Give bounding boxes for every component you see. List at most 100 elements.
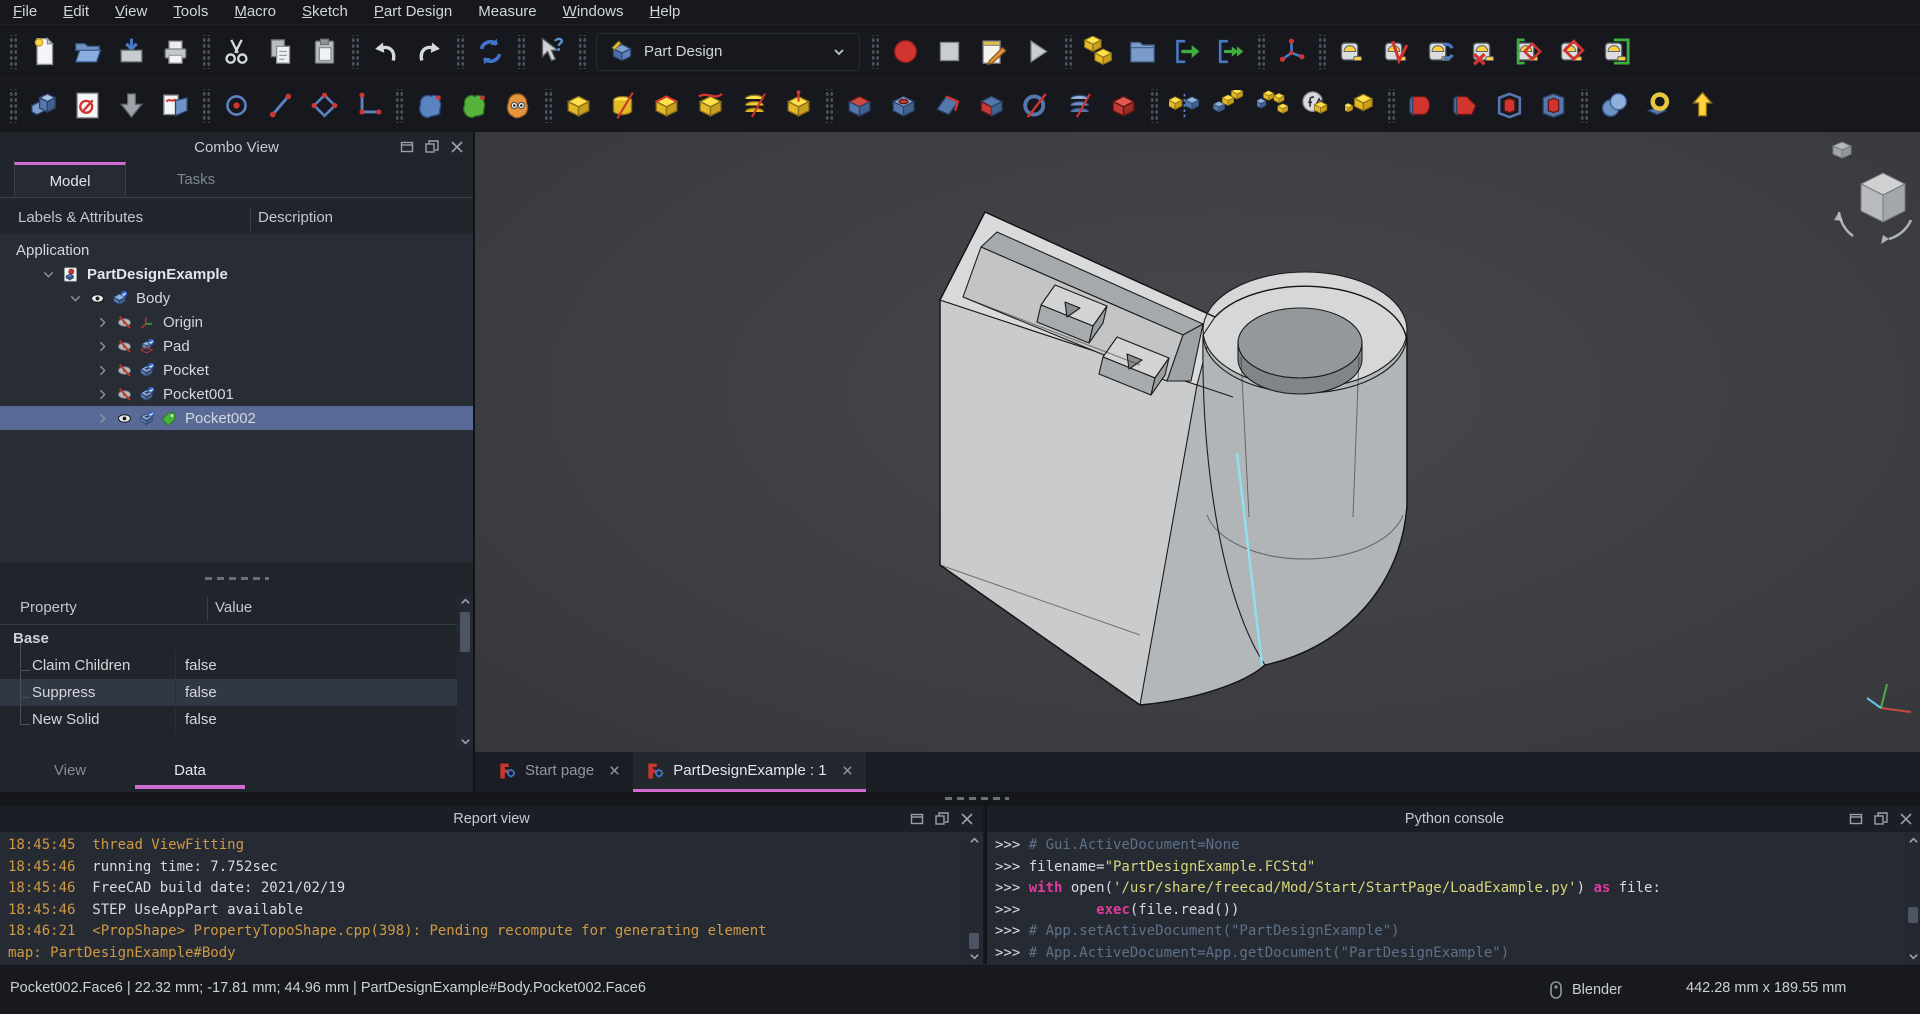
tree-item-pocket001[interactable]: Pocket001 bbox=[0, 382, 473, 406]
python-console-log[interactable]: >>> # Gui.ActiveDocument=None>>> filenam… bbox=[987, 832, 1920, 964]
navigation-cube[interactable] bbox=[1823, 136, 1919, 256]
fillet-button[interactable] bbox=[1399, 84, 1443, 128]
expander-open-icon[interactable] bbox=[64, 288, 86, 308]
tab-data[interactable]: Data bbox=[135, 754, 245, 786]
save-button[interactable] bbox=[109, 30, 153, 74]
tree-item-body[interactable]: Body bbox=[0, 286, 473, 310]
create-body-button[interactable] bbox=[21, 84, 65, 128]
toolbar-grip[interactable] bbox=[516, 35, 525, 69]
tree-item-pad[interactable]: Pad bbox=[0, 334, 473, 358]
open-file-button[interactable] bbox=[65, 30, 109, 74]
menu-file[interactable]: File bbox=[0, 0, 50, 24]
toolbar-grip[interactable] bbox=[350, 35, 359, 69]
toolbar-grip[interactable] bbox=[577, 35, 586, 69]
scroll-thumb[interactable] bbox=[460, 612, 470, 652]
menu-windows[interactable]: Windows bbox=[550, 0, 637, 24]
involute-gear-button[interactable] bbox=[1636, 84, 1680, 128]
new-document-button[interactable] bbox=[21, 30, 65, 74]
scroll-up-icon[interactable] bbox=[1905, 833, 1920, 847]
minimize-icon[interactable] bbox=[909, 811, 925, 827]
report-view-log[interactable]: 18:45:45 thread ViewFitting18:45:46 runn… bbox=[0, 832, 983, 964]
undo-button[interactable] bbox=[363, 30, 407, 74]
scroll-down-icon[interactable] bbox=[966, 949, 982, 963]
paste-button[interactable] bbox=[302, 30, 346, 74]
polar-pattern-button[interactable] bbox=[1250, 84, 1294, 128]
toolbar-grip[interactable] bbox=[201, 35, 210, 69]
measure-toggle-dimensions-button[interactable] bbox=[1594, 30, 1638, 74]
float-icon[interactable] bbox=[424, 139, 440, 155]
menu-tools[interactable]: Tools bbox=[160, 0, 221, 24]
redo-button[interactable] bbox=[407, 30, 451, 74]
measure-refresh-button[interactable] bbox=[1418, 30, 1462, 74]
expander-open-icon[interactable] bbox=[37, 264, 59, 284]
datum-point-button[interactable] bbox=[214, 84, 258, 128]
subtractive-helix-button[interactable] bbox=[1057, 84, 1101, 128]
copy-button[interactable] bbox=[258, 30, 302, 74]
measure-toggle-all-button[interactable] bbox=[1506, 30, 1550, 74]
menu-view[interactable]: View bbox=[102, 0, 160, 24]
property-value[interactable]: false bbox=[175, 706, 217, 733]
placement-button[interactable] bbox=[1269, 30, 1313, 74]
measure-toggle-3d-button[interactable] bbox=[1550, 30, 1594, 74]
local-coordinate-system-button[interactable] bbox=[346, 84, 390, 128]
property-column-divider[interactable] bbox=[207, 597, 208, 621]
thickness-button[interactable] bbox=[1531, 84, 1575, 128]
measure-linear-button[interactable] bbox=[1330, 30, 1374, 74]
macro-stop-button[interactable] bbox=[927, 30, 971, 74]
property-row-claim-children[interactable]: Claim Childrenfalse bbox=[0, 652, 459, 679]
subtractive-pipe-button[interactable] bbox=[1013, 84, 1057, 128]
macro-record-button[interactable] bbox=[883, 30, 927, 74]
tab-view[interactable]: View bbox=[20, 754, 120, 786]
menu-measure[interactable]: Measure bbox=[465, 0, 549, 24]
minimize-icon[interactable] bbox=[399, 139, 415, 155]
refresh-button[interactable] bbox=[468, 30, 512, 74]
toolbar-grip[interactable] bbox=[824, 89, 833, 123]
map-sketch-button[interactable] bbox=[109, 84, 153, 128]
close-icon[interactable] bbox=[959, 811, 975, 827]
multi-transform-button[interactable] bbox=[1294, 84, 1338, 128]
print-button[interactable] bbox=[153, 30, 197, 74]
create-group-button[interactable] bbox=[1120, 30, 1164, 74]
navigation-style-selector[interactable]: Blender bbox=[1548, 975, 1622, 1005]
tree-item-origin[interactable]: Origin bbox=[0, 310, 473, 334]
tree-item-pocket[interactable]: Pocket bbox=[0, 358, 473, 382]
scroll-down-icon[interactable] bbox=[457, 734, 473, 748]
subtractive-loft-button[interactable] bbox=[969, 84, 1013, 128]
whats-this-button[interactable] bbox=[529, 30, 573, 74]
menu-macro[interactable]: Macro bbox=[221, 0, 289, 24]
migrate-button[interactable] bbox=[1680, 84, 1724, 128]
close-icon[interactable] bbox=[449, 139, 465, 155]
tree-header-divider[interactable] bbox=[250, 207, 251, 231]
close-tab-icon[interactable] bbox=[841, 764, 854, 777]
close-icon[interactable] bbox=[1898, 811, 1914, 827]
sub-shape-binder-button[interactable] bbox=[451, 84, 495, 128]
toolbar-grip[interactable] bbox=[8, 35, 17, 69]
pocket-button[interactable] bbox=[837, 84, 881, 128]
toolbar-grip[interactable] bbox=[1149, 89, 1158, 123]
chamfer-button[interactable] bbox=[1443, 84, 1487, 128]
menu-part-design[interactable]: Part Design bbox=[361, 0, 465, 24]
additive-pipe-button[interactable] bbox=[688, 84, 732, 128]
float-icon[interactable] bbox=[934, 811, 950, 827]
document-tab-partdesignexample-1[interactable]: PartDesignExample : 1 bbox=[633, 752, 865, 792]
tree-property-splitter[interactable] bbox=[0, 563, 473, 594]
toolbar-grip[interactable] bbox=[1579, 89, 1588, 123]
toolbar-grip[interactable] bbox=[394, 89, 403, 123]
expander-closed-icon[interactable] bbox=[91, 312, 113, 332]
toolbar-grip[interactable] bbox=[1256, 35, 1265, 69]
expander-closed-icon[interactable] bbox=[91, 408, 113, 428]
toolbar-grip[interactable] bbox=[1063, 35, 1072, 69]
cad-model[interactable] bbox=[915, 185, 1455, 725]
cut-button[interactable] bbox=[214, 30, 258, 74]
tab-model[interactable]: Model bbox=[14, 162, 126, 197]
float-icon[interactable] bbox=[1873, 811, 1889, 827]
menu-help[interactable]: Help bbox=[637, 0, 694, 24]
toolbar-grip[interactable] bbox=[8, 89, 17, 123]
validate-sketch-button[interactable] bbox=[153, 84, 197, 128]
scroll-up-icon[interactable] bbox=[457, 594, 473, 608]
subtractive-primitive-button[interactable] bbox=[1101, 84, 1145, 128]
datum-plane-button[interactable] bbox=[302, 84, 346, 128]
pad-button[interactable] bbox=[556, 84, 600, 128]
toolbar-grip[interactable] bbox=[455, 35, 464, 69]
groove-button[interactable] bbox=[925, 84, 969, 128]
